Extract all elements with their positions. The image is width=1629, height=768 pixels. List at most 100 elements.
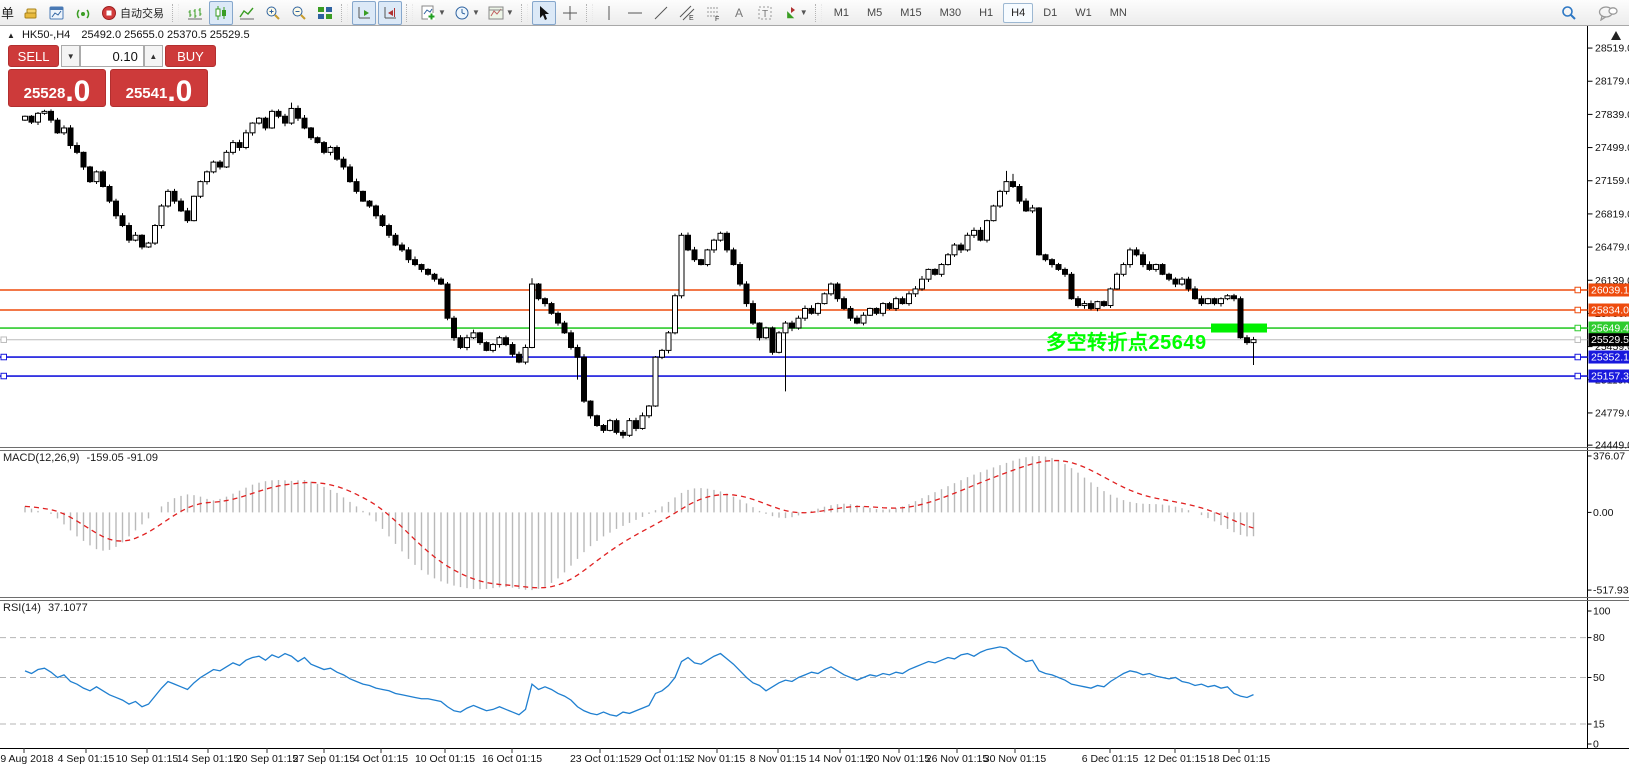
timeframe-button-H1[interactable]: H1 bbox=[971, 3, 1001, 23]
new-order-button[interactable]: 单 bbox=[1, 3, 14, 22]
line-chart-button[interactable] bbox=[235, 1, 259, 25]
equidistant-channel-icon: E bbox=[679, 5, 695, 21]
text-icon: A bbox=[731, 5, 747, 21]
symbol-name: HK50-,H4 bbox=[22, 29, 70, 41]
bar-chart-icon bbox=[187, 5, 203, 21]
fibonacci-button[interactable]: F bbox=[701, 1, 725, 25]
svg-text:80: 80 bbox=[1593, 632, 1605, 644]
zoom-out-button[interactable] bbox=[287, 1, 311, 25]
svg-text:8 Nov 01:15: 8 Nov 01:15 bbox=[750, 753, 807, 765]
crosshair-icon bbox=[562, 5, 578, 21]
timeframe-button-D1[interactable]: D1 bbox=[1035, 3, 1065, 23]
sell-price-button[interactable]: 25528.0 bbox=[8, 69, 106, 107]
zoom-in-button[interactable] bbox=[261, 1, 285, 25]
macd-values: -159.05 -91.09 bbox=[86, 452, 158, 464]
mt4-window: 单 自动交易 bbox=[0, 0, 1629, 768]
chart-shift-button[interactable] bbox=[378, 1, 402, 25]
svg-text:F: F bbox=[715, 16, 719, 21]
svg-text:20 Sep 01:15: 20 Sep 01:15 bbox=[236, 753, 299, 765]
svg-text:27 Sep 01:15: 27 Sep 01:15 bbox=[293, 753, 356, 765]
timeframe-button-M30[interactable]: M30 bbox=[932, 3, 969, 23]
toolbar-scroll-group bbox=[351, 0, 403, 25]
volume-down-button[interactable]: ▼ bbox=[61, 45, 80, 67]
fibonacci-icon: F bbox=[705, 5, 721, 21]
svg-text:E: E bbox=[689, 15, 694, 21]
chat-button[interactable] bbox=[1596, 1, 1620, 25]
timeframe-button-M15[interactable]: M15 bbox=[892, 3, 929, 23]
search-icon bbox=[1560, 4, 1578, 22]
text-button[interactable]: A bbox=[727, 1, 751, 25]
svg-text:14 Sep 01:15: 14 Sep 01:15 bbox=[177, 753, 240, 765]
text-label-icon: T bbox=[757, 5, 773, 21]
buy-button[interactable]: BUY bbox=[165, 45, 216, 67]
svg-text:26039.1: 26039.1 bbox=[1591, 285, 1629, 297]
vertical-line-button[interactable] bbox=[597, 1, 621, 25]
toolbar-charttype-group bbox=[182, 0, 338, 25]
candlestick-chart-button[interactable] bbox=[209, 1, 233, 25]
svg-text:25352.1: 25352.1 bbox=[1591, 352, 1629, 364]
svg-text:14 Nov 01:15: 14 Nov 01:15 bbox=[809, 753, 872, 765]
symbol-ohlc: 25492.0 25655.0 25370.5 25529.5 bbox=[81, 29, 249, 41]
autotrading-button[interactable]: 自动交易 bbox=[97, 1, 168, 25]
arrows-button[interactable]: ▼ bbox=[779, 1, 811, 25]
bar-chart-button[interactable] bbox=[183, 1, 207, 25]
svg-text:T: T bbox=[762, 9, 768, 20]
svg-text:25529.5: 25529.5 bbox=[1591, 334, 1629, 346]
new-chart-icon bbox=[420, 5, 436, 21]
timeframe-button-W1[interactable]: W1 bbox=[1067, 3, 1100, 23]
cursor-button[interactable] bbox=[532, 1, 556, 25]
signals-button[interactable] bbox=[71, 1, 95, 25]
svg-text:15: 15 bbox=[1593, 719, 1605, 731]
volume-up-button[interactable]: ▲ bbox=[144, 45, 163, 67]
svg-text:27159.0: 27159.0 bbox=[1595, 175, 1629, 187]
horizontal-line-button[interactable] bbox=[623, 1, 647, 25]
trendline-button[interactable] bbox=[649, 1, 673, 25]
chart-canvas[interactable]: 28519.028179.027839.027499.027159.026819… bbox=[0, 0, 1629, 768]
svg-text:29 Oct 01:15: 29 Oct 01:15 bbox=[630, 753, 690, 765]
chevron-down-icon: ▼ bbox=[472, 8, 480, 17]
macd-name: MACD(12,26,9) bbox=[3, 452, 79, 464]
clock-icon bbox=[454, 5, 470, 21]
svg-text:25649.4: 25649.4 bbox=[1591, 323, 1629, 335]
one-click-trading-panel: SELL ▼ 0.10 ▲ BUY 25528.0 25541.0 bbox=[8, 45, 216, 107]
autotrading-label: 自动交易 bbox=[120, 5, 164, 21]
toolbar-right-group bbox=[1556, 1, 1621, 25]
svg-text:12 Dec 01:15: 12 Dec 01:15 bbox=[1144, 753, 1207, 765]
periods-button[interactable]: ▼ bbox=[451, 1, 483, 25]
chevron-down-icon: ▼ bbox=[438, 8, 446, 17]
svg-text:26 Nov 01:15: 26 Nov 01:15 bbox=[926, 753, 989, 765]
auto-scroll-button[interactable] bbox=[352, 1, 376, 25]
deposit-button[interactable] bbox=[19, 1, 43, 25]
channel-button[interactable]: E bbox=[675, 1, 699, 25]
timeframe-button-MN[interactable]: MN bbox=[1102, 3, 1135, 23]
autotrading-icon bbox=[101, 5, 117, 21]
buy-price-button[interactable]: 25541.0 bbox=[110, 69, 208, 107]
toolbar-separator bbox=[341, 4, 348, 22]
svg-text:50: 50 bbox=[1593, 672, 1605, 684]
text-label-button[interactable]: T bbox=[753, 1, 777, 25]
sell-button[interactable]: SELL bbox=[8, 45, 59, 67]
svg-text:26479.0: 26479.0 bbox=[1595, 242, 1629, 254]
line-chart-icon bbox=[239, 5, 255, 21]
timeframe-button-M1[interactable]: M1 bbox=[826, 3, 857, 23]
templates-button[interactable]: ▼ bbox=[485, 1, 517, 25]
toolbar-separator bbox=[406, 4, 413, 22]
crosshair-button[interactable] bbox=[558, 1, 582, 25]
toolbar-drawing-group: E F A T ▼ bbox=[531, 0, 812, 25]
new-chart-button[interactable]: ▼ bbox=[417, 1, 449, 25]
template-icon bbox=[488, 5, 504, 21]
timeframe-button-M5[interactable]: M5 bbox=[859, 3, 890, 23]
chat-bubbles-icon bbox=[1598, 5, 1618, 21]
search-button[interactable] bbox=[1557, 1, 1581, 25]
zoom-in-icon bbox=[265, 5, 281, 21]
volume-input[interactable]: 0.10 bbox=[80, 45, 144, 67]
cursor-icon bbox=[536, 5, 552, 21]
timeframe-button-H4[interactable]: H4 bbox=[1003, 3, 1033, 23]
chart-window-icon bbox=[49, 5, 65, 21]
market-watch-button[interactable] bbox=[45, 1, 69, 25]
svg-text:4 Oct 01:15: 4 Oct 01:15 bbox=[354, 753, 408, 765]
pivot-annotation-text[interactable]: 多空转折点25649 bbox=[1046, 326, 1207, 355]
tile-windows-button[interactable] bbox=[313, 1, 337, 25]
collapse-triangle-icon[interactable]: ▲ bbox=[7, 31, 15, 40]
svg-text:30 Nov 01:15: 30 Nov 01:15 bbox=[984, 753, 1047, 765]
